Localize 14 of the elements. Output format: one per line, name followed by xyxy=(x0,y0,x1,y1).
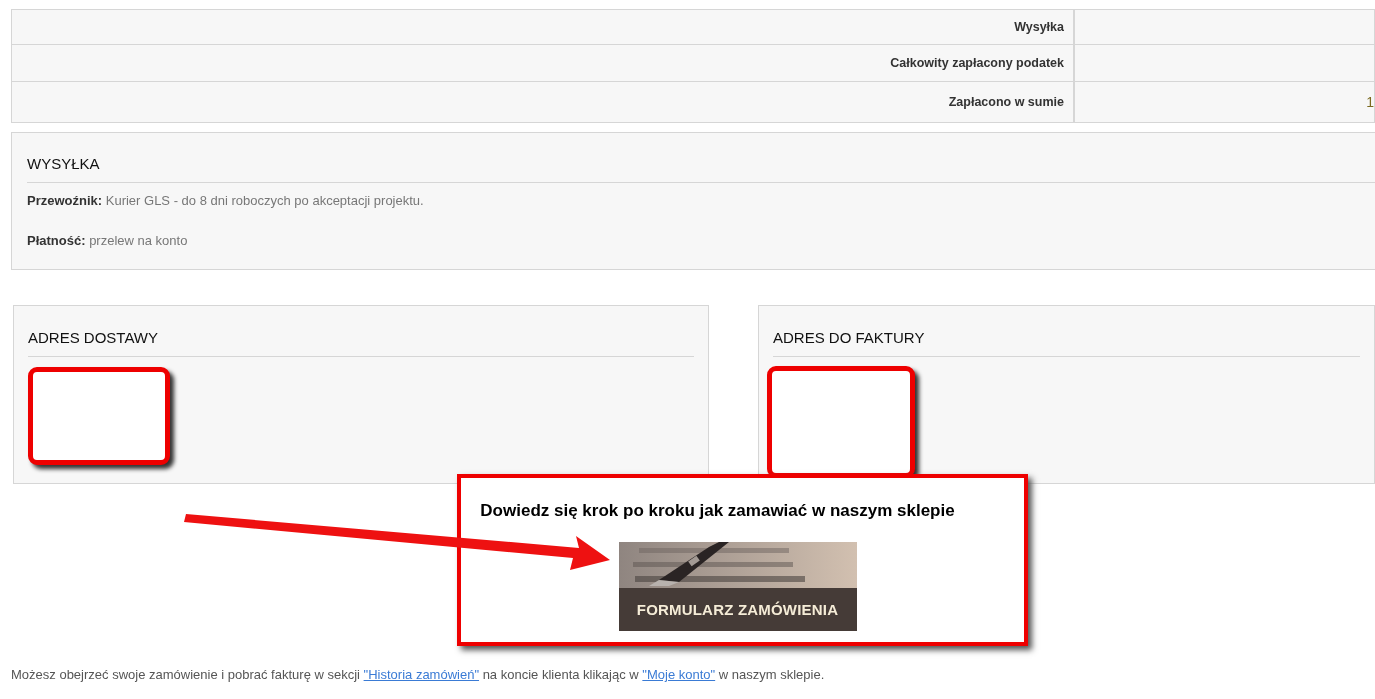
table-cell-text: 1 xyxy=(1365,93,1374,112)
text-link[interactable]: "Historia zamówień" xyxy=(363,667,480,682)
table-cell: Zapłacono w sumie xyxy=(12,82,1075,122)
section-title: ADRES DO FAKTURY xyxy=(773,329,1360,357)
info-text: Możesz obejrzeć swoje zamówienie i pobrać fakturę w sekcji "Historia zamówień" na koncie klienta klikając w "Moje konto" w naszym sklepie. xyxy=(11,667,826,682)
shipping-detail: Przewoźnik: Kurier GLS - do 8 dni roboczych po akceptacji projektu. xyxy=(27,193,425,210)
table-cell: Całkowity zapłacony podatek xyxy=(12,45,1075,81)
order-form-banner[interactable]: FORMULARZ ZAMÓWIENIA xyxy=(618,542,857,631)
section-title: WYSYŁKA xyxy=(27,155,1375,183)
section-title: ADRES DOSTAWY xyxy=(28,329,694,357)
text-link[interactable]: "Moje konto" xyxy=(642,667,716,682)
promo-heading: Dowiedz się krok po kroku jak zamawiać w naszym sklepie xyxy=(480,501,955,521)
shipping-detail: Płatność: przelew na konto xyxy=(27,233,189,250)
table-cell: Wysyłka xyxy=(12,10,1075,44)
